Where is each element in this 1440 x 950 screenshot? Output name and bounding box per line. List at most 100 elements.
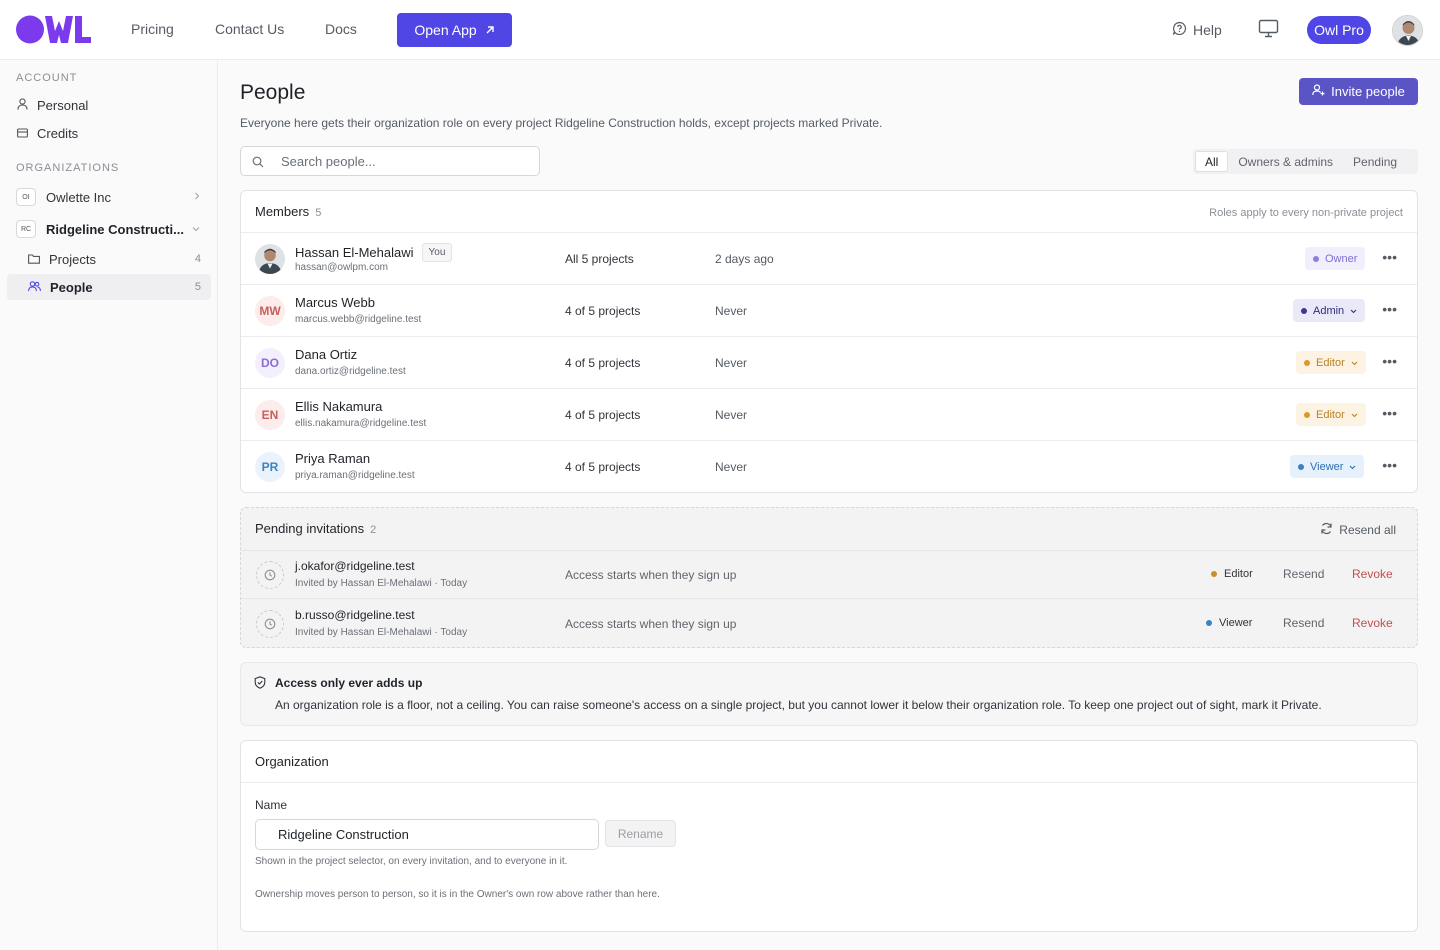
sidebar-item-label: Credits [37,126,79,141]
invite-status: Access starts when they sign up [565,617,737,631]
avatar [255,244,285,274]
revoke-button[interactable]: Revoke [1352,616,1393,630]
role-dot [1304,359,1310,366]
member-projects: 4 of 5 projects [565,356,641,370]
role-label: Editor [1316,408,1345,421]
open-app-button[interactable]: Open App [397,13,512,47]
pending-header: Pending invitations 2 Resend all [241,508,1417,551]
chevron-down-icon [1350,305,1357,317]
refresh-icon [1320,522,1333,538]
tab-owners-admins[interactable]: Owners & admins [1228,151,1343,172]
member-email: priya.raman@ridgeline.test [295,470,415,481]
member-projects: All 5 projects [565,252,634,266]
organization-card: Organization Name Rename Shown in the pr… [240,740,1418,932]
invite-role: Editor [1211,568,1253,580]
role-select-editor[interactable]: Editor [1296,351,1366,374]
more-icon[interactable]: ••• [1382,353,1397,369]
owl-logo[interactable] [16,15,92,47]
page-description: Everyone here gets their organization ro… [240,116,883,130]
chevron-down-icon [1349,461,1356,473]
member-name: Hassan El-Mehalawi You [295,243,453,262]
role-dot [1313,255,1319,262]
rename-button[interactable]: Rename [605,820,676,847]
role-dot [1304,411,1310,418]
member-email: dana.ortiz@ridgeline.test [295,366,406,377]
add-user-icon [1312,84,1325,99]
name-hint: Shown in the project selector, on every … [255,856,568,867]
invite-email: j.okafor@ridgeline.test [295,559,415,573]
nav-docs[interactable]: Docs [325,21,357,37]
member-name: Marcus Webb [295,295,375,310]
role-label: Admin [1313,304,1345,317]
more-icon[interactable]: ••• [1382,405,1397,421]
more-icon[interactable]: ••• [1382,457,1397,473]
member-name: Priya Raman [295,451,371,466]
card-icon [17,126,28,141]
organization-header: Organization [241,741,1417,783]
role-select-editor[interactable]: Editor [1296,403,1366,426]
members-title: Members 5 [255,204,322,219]
sidebar-item-credits[interactable]: Credits [17,126,78,141]
pending-invitations-card: Pending invitations 2 Resend all j.okafor… [240,507,1418,648]
clock-icon [256,610,284,638]
org-item-ridgeline[interactable]: RC Ridgeline Constructi... [16,218,204,240]
tab-pending[interactable]: Pending [1343,151,1407,172]
you-badge: You [421,243,453,262]
account-section-label: ACCOUNT [16,72,78,84]
organization-title: Organization [255,754,329,769]
sidebar-item-projects[interactable]: Projects 4 [7,246,211,272]
org-name: Owlette Inc [46,189,112,205]
sidebar-item-personal[interactable]: Personal [17,98,88,113]
invite-people-button[interactable]: Invite people [1299,78,1418,105]
role-dot [1206,620,1212,626]
sidebar-item-people[interactable]: People 5 [7,274,211,300]
sidebar: ACCOUNT Personal Credits ORGANIZATIONS O… [0,60,218,950]
user-avatar[interactable] [1392,15,1423,46]
org-chip: OI [16,188,36,206]
user-icon [17,98,28,113]
resend-button[interactable]: Resend [1283,567,1324,581]
more-icon[interactable]: ••• [1382,249,1397,265]
plan-badge[interactable]: Owl Pro [1307,16,1371,44]
help-label: Help [1193,22,1222,38]
member-last-seen: Never [715,460,748,474]
monitor-icon[interactable] [1258,19,1279,41]
table-row: Hassan El-Mehalawi You hassan@owlpm.com A… [241,233,1417,285]
org-name-input[interactable] [255,819,599,850]
member-projects: 4 of 5 projects [565,304,641,318]
member-projects: 4 of 5 projects [565,460,641,474]
help-link[interactable]: Help [1172,21,1222,39]
resend-button[interactable]: Resend [1283,616,1324,630]
members-header: Members 5 Roles apply to every non-privat… [241,191,1417,233]
nav-pricing[interactable]: Pricing [131,21,174,37]
revoke-button[interactable]: Revoke [1352,567,1393,581]
resend-all-button[interactable]: Resend all [1320,522,1396,538]
avatar: PR [255,452,285,482]
role-select-admin[interactable]: Admin [1293,299,1366,322]
role-dot [1211,571,1217,577]
sidebar-item-label: People [50,279,93,295]
member-last-seen: Never [715,356,748,370]
sidebar-item-label: Personal [37,98,89,113]
ownership-hint: Ownership moves person to person, so it … [255,889,660,900]
members-count: 5 [315,207,322,219]
help-icon [1172,21,1187,39]
invite-email: b.russo@ridgeline.test [295,608,415,622]
role-label: Editor [1224,568,1253,580]
top-nav: Pricing Contact Us Docs Open App Help Ow… [0,0,1440,60]
org-item-owlette[interactable]: OI Owlette Inc [16,186,204,208]
members-note: Roles apply to every non-private project [1209,207,1403,219]
search-box [240,146,540,176]
search-input[interactable] [281,153,521,169]
tab-all[interactable]: All [1195,151,1229,172]
organizations-section-label: ORGANIZATIONS [16,162,120,174]
more-icon[interactable]: ••• [1382,301,1397,317]
role-label: Viewer [1310,460,1344,473]
nav-contact-us[interactable]: Contact Us [215,21,284,37]
role-label: Viewer [1219,617,1253,629]
role-select-viewer[interactable]: Viewer [1290,455,1365,478]
members-card: Members 5 Roles apply to every non-privat… [240,190,1418,493]
access-notice: Access only ever adds up An organization… [240,662,1418,726]
member-last-seen: 2 days ago [715,252,774,266]
chevron-down-icon [1351,409,1358,421]
